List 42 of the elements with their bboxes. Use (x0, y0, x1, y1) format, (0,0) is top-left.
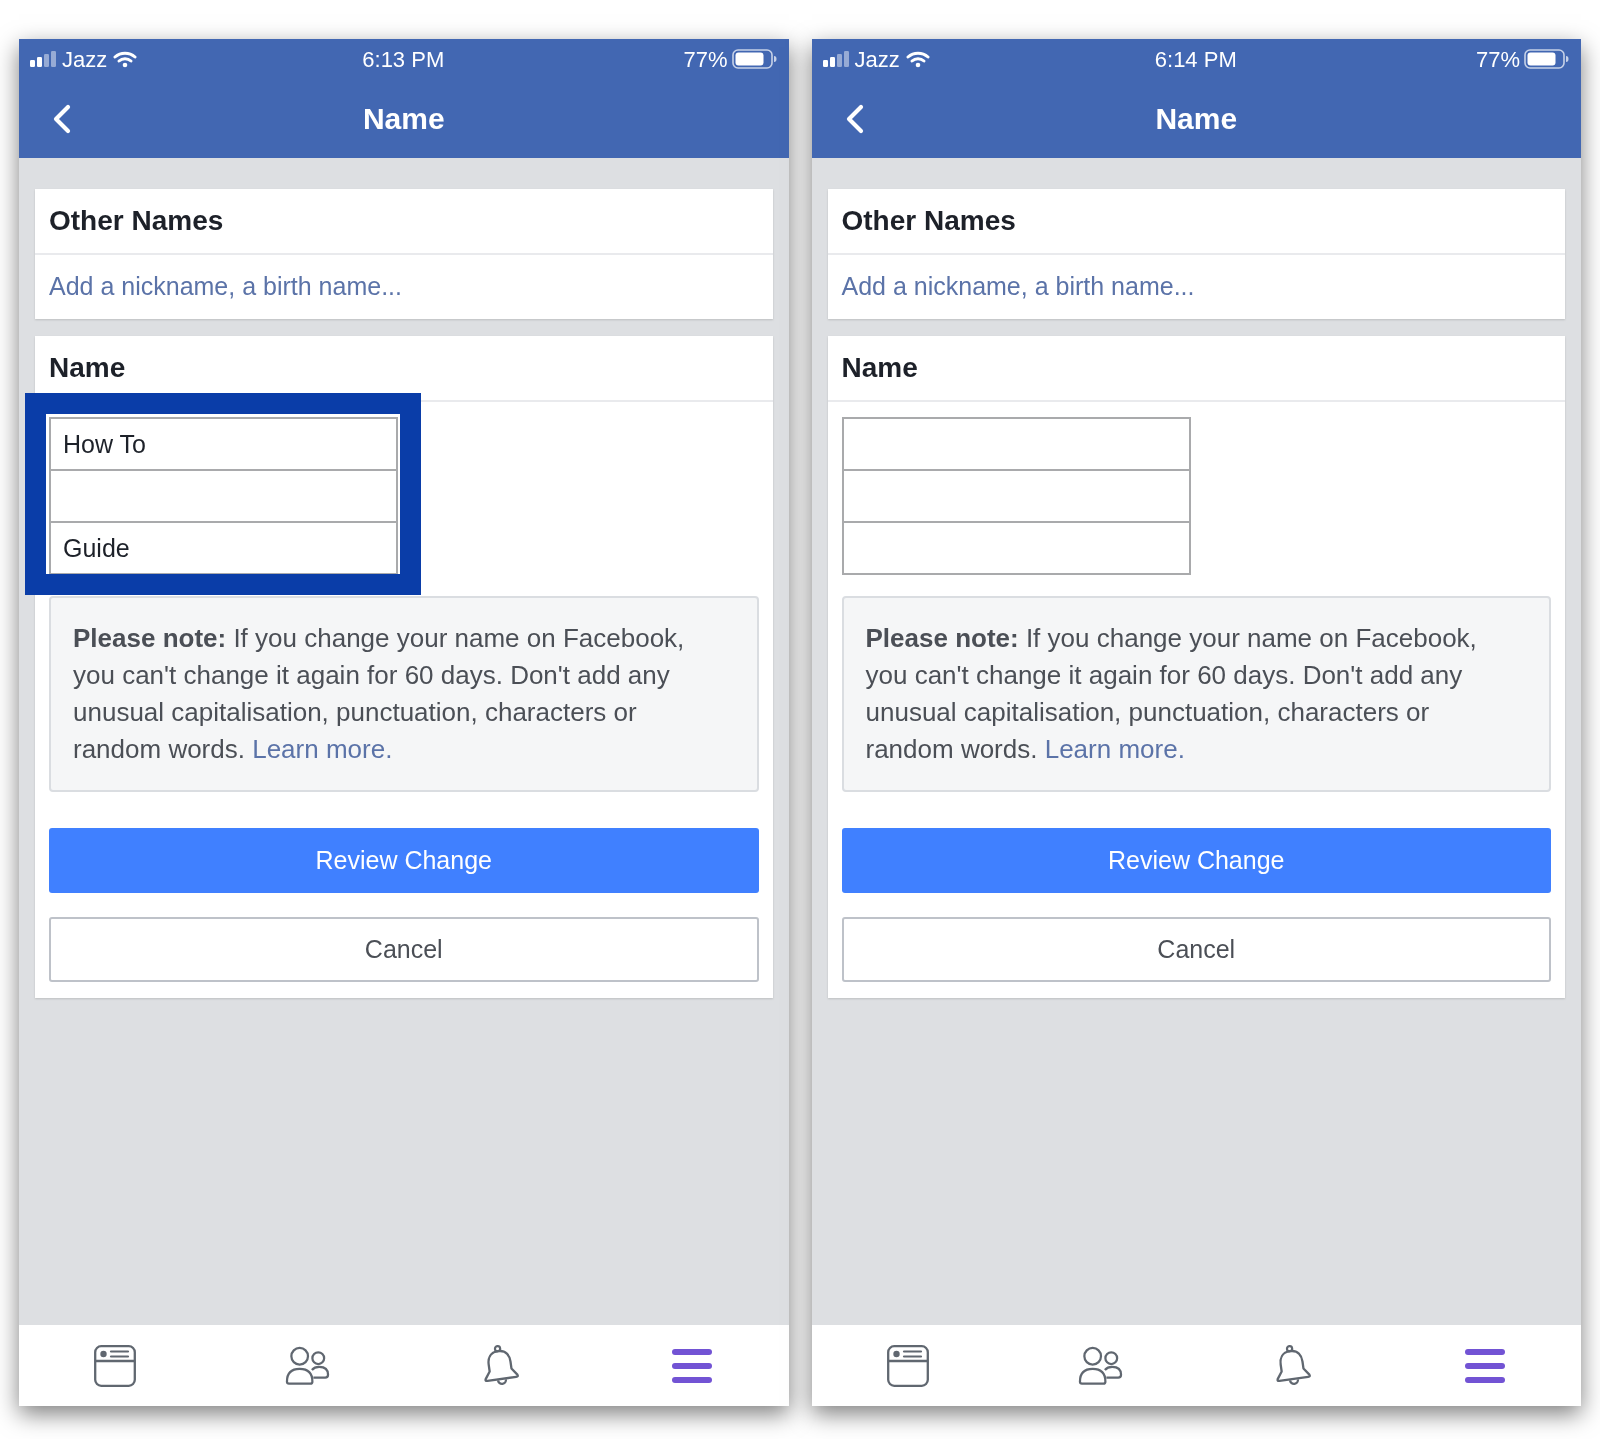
add-name-link[interactable]: Add a nickname, a birth name... (841, 268, 1195, 306)
screen-title: Name (1155, 101, 1238, 137)
learn-more-link[interactable]: Learn more. (252, 734, 393, 764)
people-icon[interactable] (1077, 1345, 1123, 1386)
back-icon[interactable] (844, 103, 865, 134)
signal-icon (822, 51, 849, 67)
status-time: 6:14 PM (1154, 45, 1237, 74)
battery-icon (1524, 49, 1569, 69)
cancel-button[interactable]: Cancel (49, 917, 759, 982)
screen-title: Name (362, 101, 445, 137)
status-time: 6:13 PM (362, 45, 445, 74)
carrier-name: Jazz (62, 45, 108, 74)
carrier-name: Jazz (854, 45, 900, 74)
section-title: Name (49, 351, 126, 385)
signal-icon (30, 51, 56, 67)
section-title: Name (841, 351, 918, 385)
cancel-button[interactable]: Cancel (841, 917, 1551, 982)
text-field[interactable] (841, 521, 1191, 575)
menu-icon[interactable] (1463, 1347, 1506, 1384)
text-field[interactable]: Guide (49, 521, 398, 575)
wifi-icon (905, 50, 930, 68)
note-text: Please note: If you change your name on Facebook, you can't change it again for 60 days. Don't add any unusual capitalisation, punctuation, characters or random words. Learn more. (73, 622, 686, 766)
people-icon[interactable] (285, 1345, 331, 1386)
text-field[interactable]: How To (49, 417, 398, 471)
menu-icon[interactable] (671, 1347, 714, 1384)
battery-icon (731, 49, 777, 69)
text-field[interactable] (841, 469, 1191, 523)
learn-more-link[interactable]: Learn more. (1044, 734, 1185, 764)
text-field[interactable] (49, 469, 398, 523)
submit-button[interactable]: Review Change (49, 828, 759, 893)
add-name-link[interactable]: Add a nickname, a birth name... (49, 268, 402, 306)
newspaper-icon[interactable] (886, 1344, 929, 1387)
battery-percent: 77% (1475, 45, 1520, 74)
note-text: Please note: If you change your name on Facebook, you can't change it again for 60 days. Don't add any unusual capitalisation, punctuation, characters or random words. Learn more. (865, 622, 1478, 766)
submit-button[interactable]: Review Change (841, 828, 1551, 893)
back-icon[interactable] (52, 103, 72, 134)
wifi-icon (113, 50, 138, 68)
battery-percent: 77% (683, 45, 728, 74)
section-title: Other Names (841, 204, 1016, 238)
section-title: Other Names (49, 204, 224, 238)
newspaper-icon[interactable] (94, 1344, 137, 1387)
text-field[interactable] (841, 417, 1191, 471)
